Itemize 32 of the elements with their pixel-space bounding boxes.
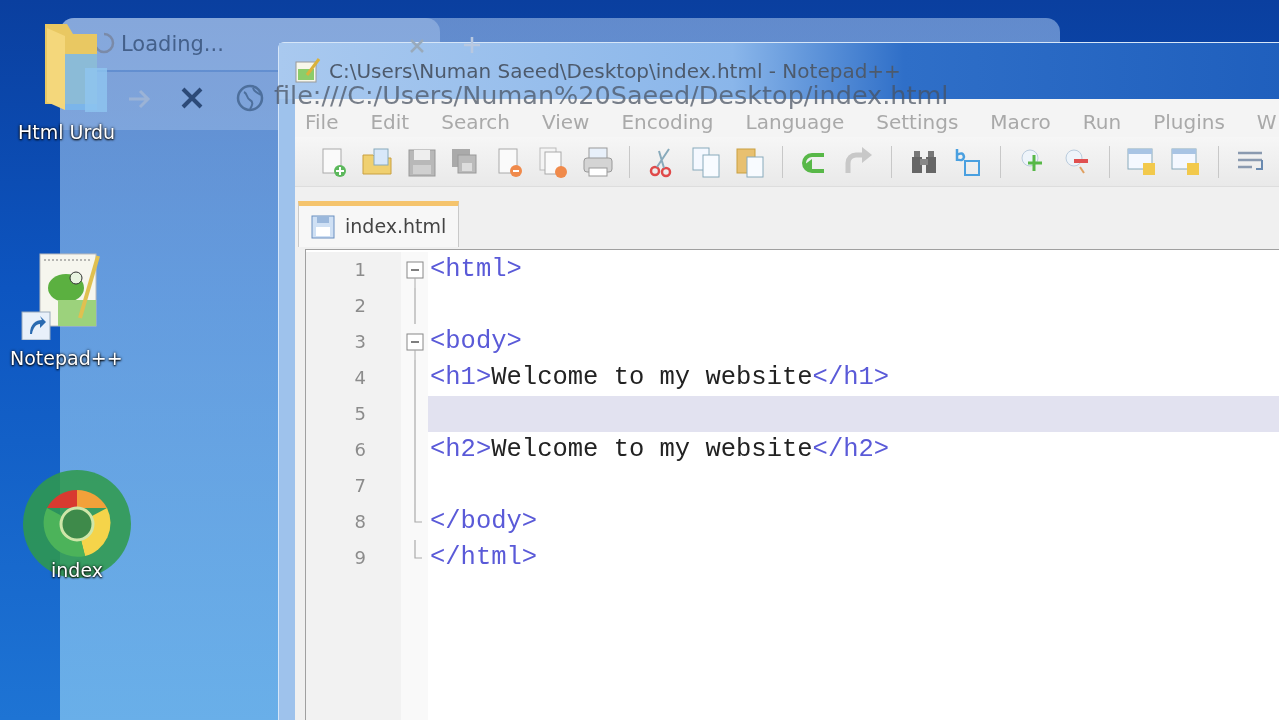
- menu-item[interactable]: View: [541, 112, 605, 132]
- menu-item[interactable]: Language: [745, 112, 860, 132]
- code-line: </body>: [430, 505, 538, 538]
- code-line: <h2>Welcome to my website</h2>: [430, 433, 890, 466]
- code-line: </html>: [430, 541, 538, 574]
- file-tab[interactable]: index.html: [298, 201, 460, 247]
- line-number: 3: [354, 331, 366, 352]
- code-line: <body>: [430, 325, 522, 358]
- line-number: 2: [354, 295, 366, 316]
- line-number: 1: [354, 259, 366, 280]
- menu-item[interactable]: W: [1256, 112, 1279, 132]
- browser-tab-title[interactable]: Loading...: [121, 29, 224, 61]
- line-number: 5: [354, 403, 366, 424]
- menu-item[interactable]: File: [305, 112, 354, 132]
- menu-item[interactable]: Run: [1082, 112, 1137, 132]
- menu-item[interactable]: Settings: [876, 112, 974, 132]
- line-number: 7: [354, 475, 366, 496]
- code-line: <h1>Welcome to my website</h1>: [430, 361, 890, 394]
- line-number: 8: [354, 511, 366, 532]
- menu-item[interactable]: Edit: [370, 112, 425, 132]
- desktop-icon-label: Html Urdu: [18, 120, 116, 145]
- line-number: 6: [354, 439, 366, 460]
- line-number: 4: [354, 367, 366, 388]
- menu-item[interactable]: Macro: [990, 112, 1066, 132]
- menu-item[interactable]: Encoding: [621, 112, 729, 132]
- line-number: 9: [354, 547, 366, 568]
- menu-item[interactable]: Plugins: [1153, 112, 1240, 132]
- window-title: C:\Users\Numan Saeed\Desktop\index.html - Notepad++: [329, 58, 901, 85]
- menu-item[interactable]: Search: [441, 112, 525, 132]
- desktop-icon-label: Notepad++: [10, 346, 123, 371]
- code-line: <html>: [430, 253, 522, 286]
- desktop-icon-label: index: [51, 558, 103, 583]
